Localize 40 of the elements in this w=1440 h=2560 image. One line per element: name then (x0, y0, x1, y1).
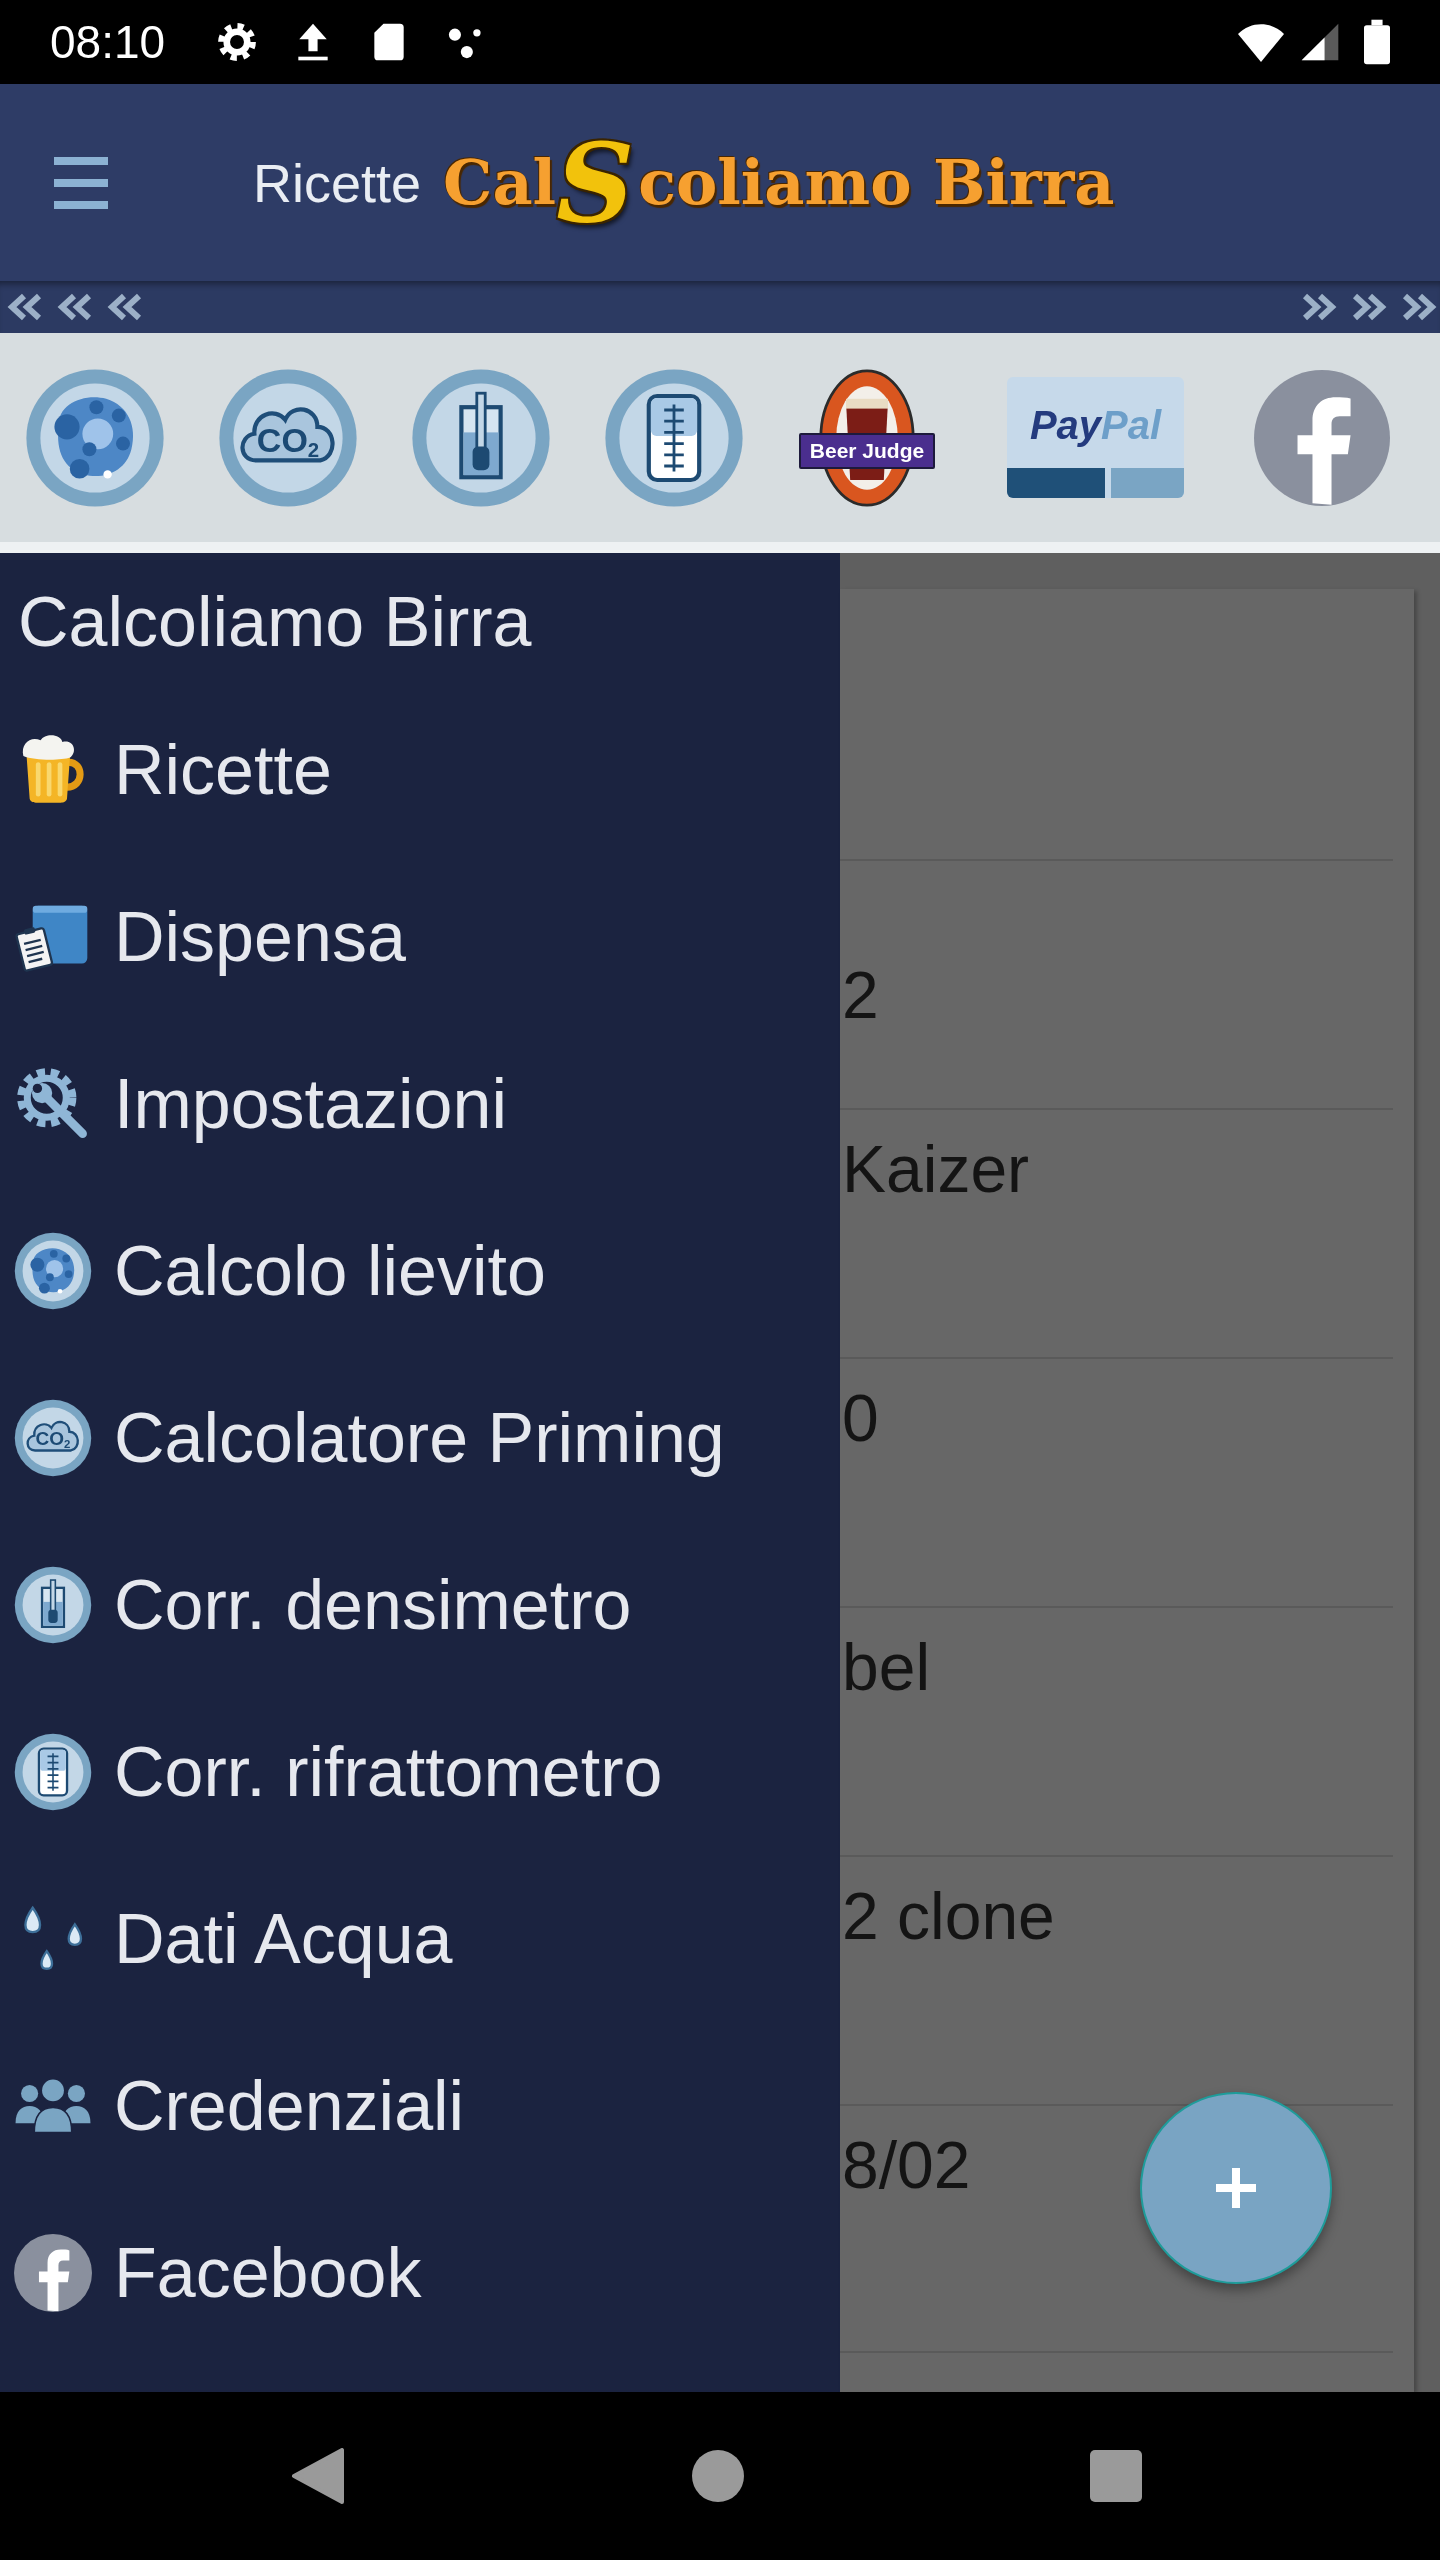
recipe-title: Kaizer (842, 1132, 1030, 1207)
plus-icon (1216, 2168, 1256, 2208)
facebook-icon[interactable] (1254, 369, 1390, 506)
logo-text: PayPal (1029, 405, 1162, 445)
battery-icon (1364, 19, 1390, 65)
drawer-item[interactable]: Ricette (0, 686, 840, 853)
cells-icon[interactable] (25, 367, 165, 508)
drawer-item[interactable]: Dati Acqua (0, 1855, 840, 2022)
drawer-item[interactable]: Corr. densimetro (0, 1521, 840, 1688)
drawer-item[interactable]: Impostazioni (0, 1020, 840, 1187)
drawer-item[interactable]: CO$_{2}$ Calcolatore Priming (0, 1354, 840, 1521)
hydrometer-icon[interactable] (411, 367, 551, 508)
co2-cloud-icon[interactable]: CO$_{2}$ (218, 367, 358, 508)
status-time: 08:10 (50, 15, 166, 69)
recipe-title: 2 (842, 958, 879, 1033)
logo-bar-icon (1007, 468, 1105, 498)
refractometer-icon[interactable] (604, 367, 744, 508)
menu-icon[interactable] (54, 156, 108, 209)
screen-title: Ricette (253, 151, 422, 214)
drawer-item[interactable]: Corr. rifrattometro (0, 1688, 840, 1855)
recipe-title: 0 (842, 1381, 879, 1456)
co2-label: CO$_{2}$ (256, 422, 320, 461)
recipe-title: 8/02 (842, 2128, 971, 2203)
drawer-item[interactable]: Calcolo lievito (0, 1187, 840, 1354)
hydrometer-icon (14, 1565, 92, 1644)
drawer-item[interactable]: Dispensa (0, 853, 840, 1020)
paypal-logo[interactable]: PayPal (1007, 377, 1184, 498)
back-icon[interactable] (290, 2448, 346, 2504)
logo-bar-icon (1111, 468, 1184, 498)
home-icon[interactable] (692, 2450, 744, 2502)
co2-label: CO$_{2}$ (35, 1428, 71, 1451)
drawer-title: Calcoliamo Birra (17, 582, 533, 662)
recipe-title: 2 clone (842, 1879, 1055, 1954)
drawer-item[interactable]: Facebook (0, 2189, 840, 2356)
recipe-title: bel (842, 1630, 931, 1705)
facebook-icon (14, 2233, 92, 2312)
drawer-item[interactable]: Credenziali (0, 2022, 840, 2189)
refractometer-icon (14, 1732, 92, 1811)
cells-icon (14, 1231, 92, 1310)
ribbon-label[interactable]: Beer Judge (798, 432, 936, 469)
